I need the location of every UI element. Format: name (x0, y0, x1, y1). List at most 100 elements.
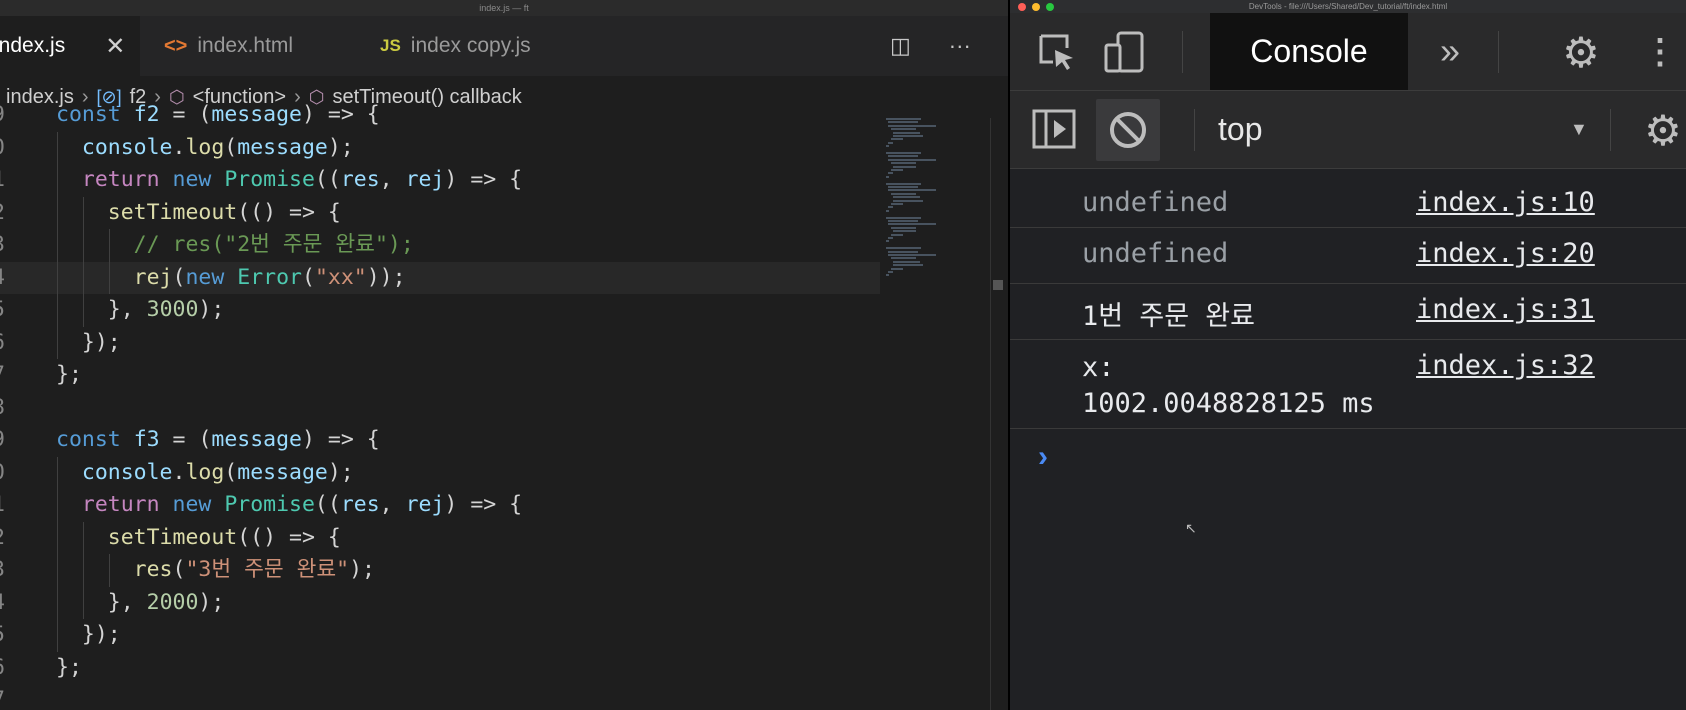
console-message-source-link[interactable]: index.js:32 (1416, 350, 1595, 381)
indent-guide (82, 294, 84, 327)
toolbar-separator (1194, 109, 1195, 151)
console-message: 1번 주문 완료 index.js:31 (1010, 284, 1686, 340)
punctuation-token (354, 102, 367, 127)
punctuation-token: ) (444, 492, 458, 517)
class-token: Promise (224, 492, 315, 517)
tab-console[interactable]: Console (1210, 13, 1408, 90)
minimap-line (893, 230, 916, 233)
punctuation-token: . (172, 459, 186, 485)
console-settings-gear-icon[interactable]: ⚙ (1640, 107, 1686, 154)
minimize-window-button[interactable] (1032, 3, 1040, 11)
line-number: 4 (0, 262, 12, 295)
console-message-source-link[interactable]: index.js:31 (1416, 294, 1595, 325)
punctuation-token: { (509, 492, 523, 517)
caret-down-icon[interactable]: ▼ (1570, 91, 1588, 168)
settings-gear-icon[interactable]: ⚙ (1558, 29, 1604, 76)
scrollbar-thumb[interactable] (993, 280, 1003, 290)
minimap-line (888, 206, 893, 209)
show-sidebar-icon[interactable] (1030, 107, 1078, 151)
kebab-menu-icon[interactable]: ⋮ (1643, 29, 1677, 75)
line-number: 1 (0, 489, 12, 522)
console-toolbar: top ▼ ⚙ (1010, 91, 1686, 169)
indent-guide (82, 229, 84, 262)
punctuation-token (160, 167, 173, 192)
variable-token: rej (405, 167, 445, 192)
punctuation-token: }; (56, 654, 82, 680)
code-text: }); (56, 619, 121, 652)
close-icon[interactable]: ✕ (105, 32, 125, 61)
minimap-line (886, 182, 921, 185)
tab-index-copy-js[interactable]: JS index copy.js (380, 16, 600, 76)
punctuation-token: ( (224, 134, 238, 160)
console-prompt-icon[interactable]: › (1038, 440, 1048, 474)
variable-token: res (340, 492, 380, 517)
punctuation-token: { (327, 524, 341, 550)
clear-console-icon[interactable] (1096, 99, 1160, 161)
line-number: 2 (0, 522, 12, 555)
punctuation-token (56, 492, 82, 517)
vertical-scrollbar[interactable] (990, 118, 1008, 710)
function-token: setTimeout (107, 199, 238, 225)
punctuation-token: = (172, 102, 186, 127)
punctuation-token (160, 427, 173, 452)
minimap-line (886, 216, 921, 219)
minimap-line (888, 237, 893, 239)
minimap-line (888, 155, 918, 158)
tab-index-html[interactable]: <> index.html (164, 16, 354, 76)
punctuation-token (56, 622, 82, 647)
minimap-line (888, 124, 936, 127)
keyword-token: return (81, 492, 160, 517)
minimap-line (888, 158, 936, 161)
minimap[interactable] (880, 118, 990, 710)
variable-token: rej (405, 492, 445, 517)
indent-guide (57, 521, 58, 554)
device-toolbar-icon[interactable] (1102, 31, 1148, 73)
punctuation-token: => (289, 524, 315, 550)
indent-guide (57, 554, 58, 587)
mouse-cursor-icon: ↖ (1185, 520, 1197, 536)
minimap-line (893, 264, 923, 267)
punctuation-token (56, 590, 108, 615)
split-editor-icon[interactable]: ◫ (890, 33, 911, 59)
more-actions-icon[interactable]: ··· (949, 33, 971, 59)
code-area[interactable]: 9const f2 = (message) => {0 console.log(… (0, 102, 880, 710)
minimap-line (888, 141, 893, 144)
punctuation-token: , (379, 167, 393, 192)
minimap-line (888, 121, 918, 124)
line-number: 4 (0, 587, 12, 620)
minimap-line (888, 254, 936, 256)
punctuation-token: ( (198, 427, 212, 452)
indent-guide (57, 131, 58, 164)
punctuation-token (496, 492, 509, 517)
console-message-source-link[interactable]: index.js:20 (1416, 238, 1595, 269)
minimap-line (886, 145, 889, 148)
code-text: }, 3000); (56, 294, 225, 327)
punctuation-token (276, 525, 289, 550)
context-selector[interactable]: top (1218, 91, 1262, 168)
function-token: log (185, 459, 225, 485)
minimap-line (890, 169, 904, 171)
code-text: const f2 = (message) => { (56, 99, 380, 132)
punctuation-token (315, 200, 328, 225)
indent-guide (57, 489, 58, 522)
close-window-button[interactable] (1018, 3, 1026, 11)
tab-index-js[interactable]: index.js ✕ (0, 16, 140, 76)
indent-guide (108, 229, 110, 262)
line-number: 9 (0, 99, 12, 132)
inspect-element-icon[interactable] (1034, 31, 1080, 73)
indent-guide (57, 261, 58, 294)
more-tabs-icon[interactable]: » (1430, 27, 1470, 75)
console-message-source-link[interactable]: index.js:10 (1416, 187, 1595, 218)
punctuation-token (185, 427, 198, 452)
minimap-line (890, 233, 904, 236)
punctuation-token: ( (172, 264, 186, 290)
punctuation-token (56, 330, 82, 355)
class-token: Promise (224, 167, 315, 192)
maximize-window-button[interactable] (1046, 3, 1054, 11)
console-message: undefined index.js:20 (1010, 228, 1686, 284)
punctuation-token: = (172, 427, 186, 452)
device-svg (1104, 31, 1144, 73)
punctuation-token (315, 427, 328, 452)
indent-guide (82, 586, 84, 619)
punctuation-token: => (327, 102, 354, 127)
